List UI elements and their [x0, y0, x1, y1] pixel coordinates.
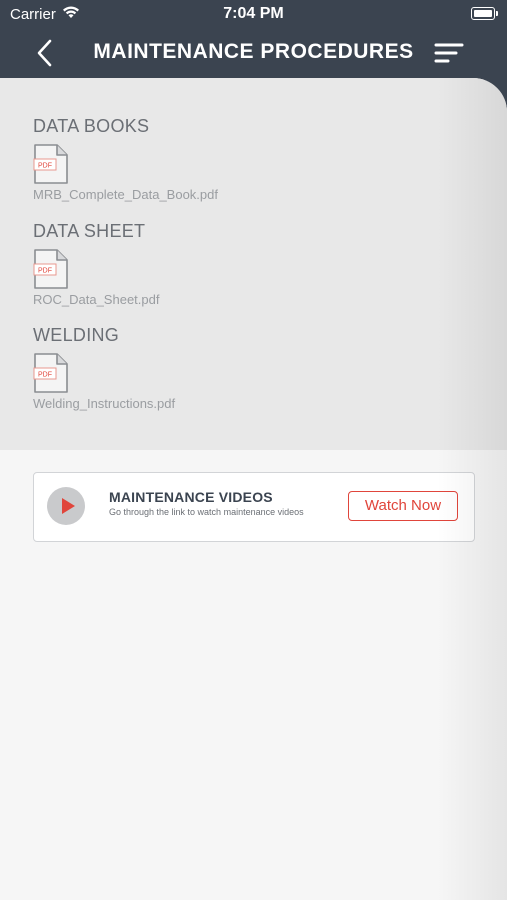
status-bar: Carrier 7:04 PM	[0, 0, 507, 28]
document-link[interactable]: PDF ROC_Data_Sheet.pdf	[33, 249, 253, 307]
document-link[interactable]: PDF MRB_Complete_Data_Book.pdf	[33, 144, 253, 202]
document-name: ROC_Data_Sheet.pdf	[33, 292, 160, 307]
play-triangle-icon	[62, 498, 75, 514]
status-time: 7:04 PM	[223, 5, 284, 22]
menu-icon[interactable]	[434, 41, 464, 65]
documents-section: DATA BOOKS PDF MRB_Complete_Data_Book.pd…	[0, 78, 507, 450]
navigation-bar: MAINTENANCE PROCEDURES	[0, 28, 507, 78]
document-name: MRB_Complete_Data_Book.pdf	[33, 187, 218, 202]
maintenance-videos-card: MAINTENANCE VIDEOS Go through the link t…	[33, 472, 475, 542]
pdf-file-icon: PDF	[33, 249, 68, 289]
group-heading: DATA BOOKS	[33, 116, 150, 136]
pdf-file-icon: PDF	[33, 144, 68, 184]
content-panel: DATA BOOKS PDF MRB_Complete_Data_Book.pd…	[0, 78, 507, 900]
document-link[interactable]: PDF Welding_Instructions.pdf	[33, 353, 253, 411]
pdf-icon-text: PDF	[38, 268, 52, 275]
document-name: Welding_Instructions.pdf	[33, 396, 176, 411]
battery-icon	[471, 7, 498, 20]
group-data-books: DATA BOOKS PDF MRB_Complete_Data_Book.pd…	[33, 114, 253, 202]
video-card-description: Go through the link to watch maintenance…	[109, 507, 304, 517]
group-heading: WELDING	[33, 325, 120, 345]
play-icon[interactable]	[47, 487, 85, 525]
group-heading: DATA SHEET	[33, 221, 146, 241]
pdf-file-icon: PDF	[33, 353, 68, 393]
group-welding: WELDING PDF Welding_Instructions.pdf	[33, 323, 253, 411]
watch-now-button[interactable]: Watch Now	[348, 491, 458, 521]
pdf-icon-text: PDF	[38, 372, 52, 379]
pdf-icon-text: PDF	[38, 163, 52, 170]
video-card-title: MAINTENANCE VIDEOS	[109, 489, 273, 505]
group-data-sheet: DATA SHEET PDF ROC_Data_Sheet.pdf	[33, 219, 253, 307]
page-title: MAINTENANCE PROCEDURES	[93, 40, 414, 63]
